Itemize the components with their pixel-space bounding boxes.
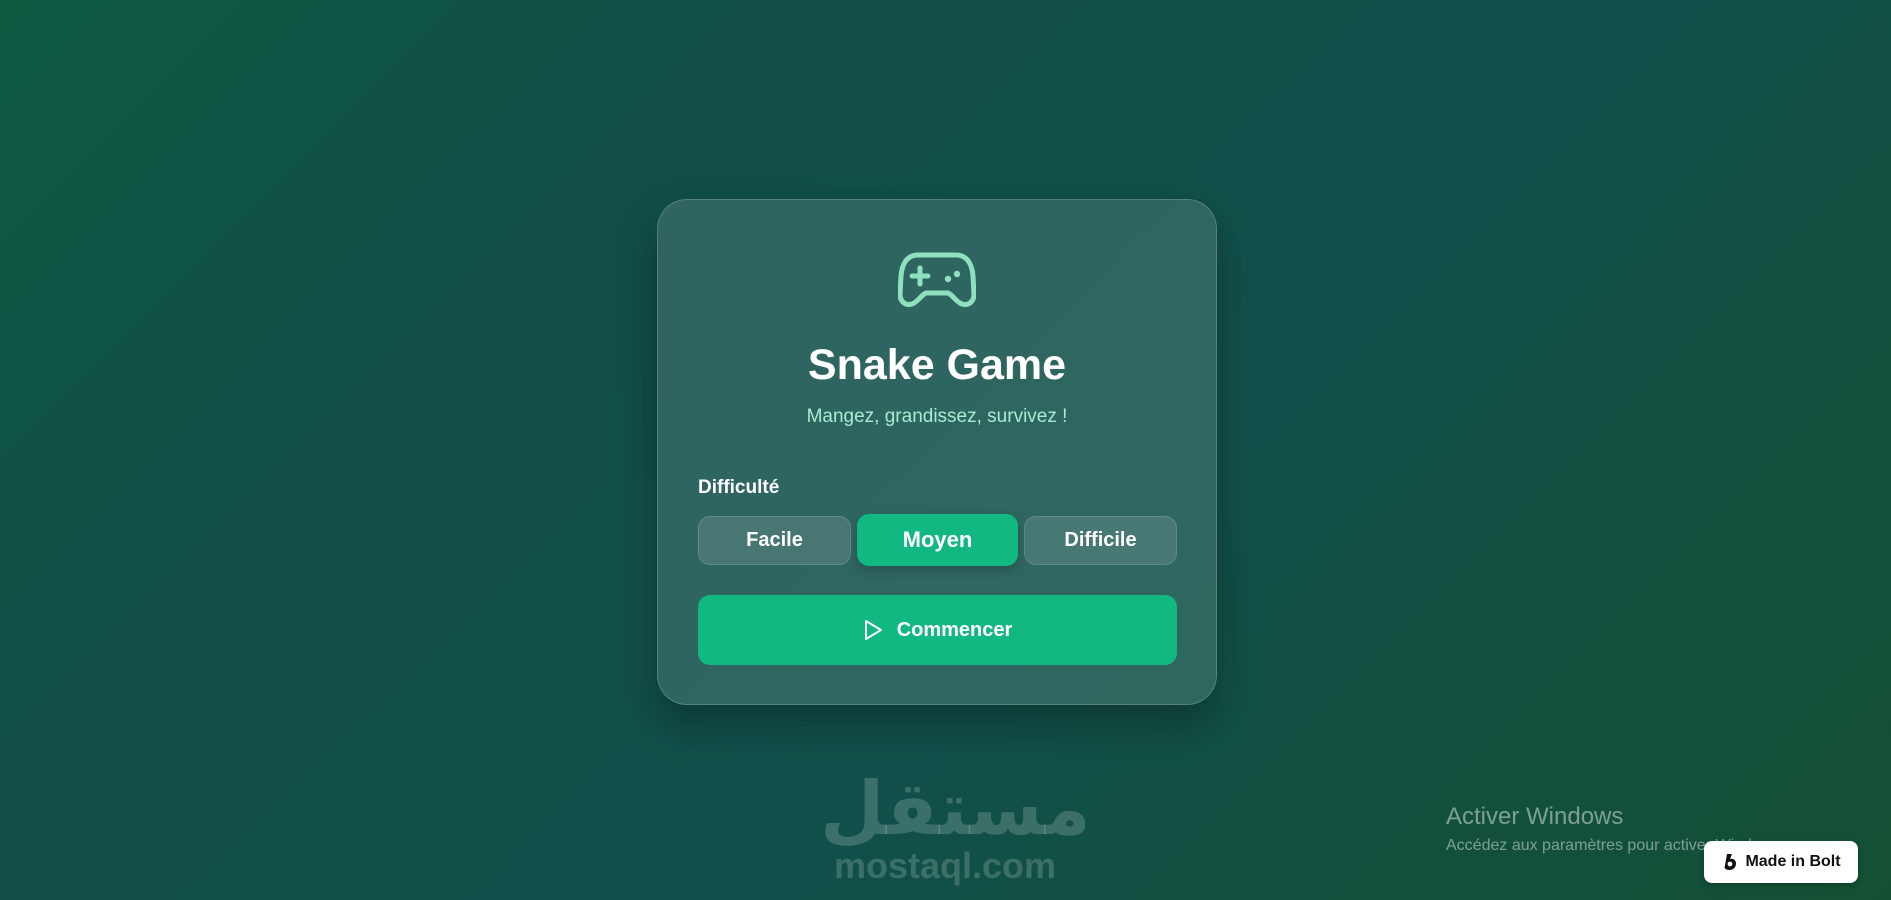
start-button[interactable]: Commencer (698, 595, 1177, 665)
difficulty-hard-button[interactable]: Difficile (1024, 516, 1177, 565)
mostaql-watermark: مستقل mostaql.com (820, 766, 1091, 886)
gamepad-icon (898, 252, 976, 307)
watermark-arabic-text: مستقل (820, 766, 1091, 852)
game-title: Snake Game (807, 341, 1067, 389)
activation-title: Activer Windows (1446, 803, 1624, 830)
made-in-bolt-badge[interactable]: Made in Bolt (1704, 841, 1858, 883)
start-button-label: Commencer (896, 618, 1013, 641)
game-subtitle: Mangez, grandissez, survivez ! (806, 406, 1068, 427)
difficulty-easy-button[interactable]: Facile (698, 516, 851, 565)
bolt-logo-icon (1724, 854, 1737, 870)
watermark-latin-text: mostaql.com (833, 845, 1057, 886)
difficulty-medium-button[interactable]: Moyen (857, 514, 1018, 566)
start-menu-card: Snake Game Mangez, grandissez, survivez … (657, 199, 1217, 705)
badge-label: Made in Bolt (1745, 853, 1841, 870)
play-icon (864, 620, 882, 640)
difficulty-label: Difficulté (698, 477, 780, 498)
